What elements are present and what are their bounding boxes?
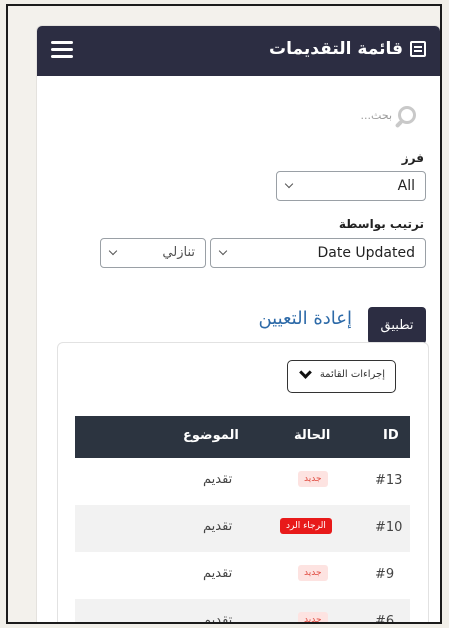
list-actions-label: إجراءات القائمة bbox=[319, 369, 385, 380]
column-header-status[interactable]: الحالة bbox=[294, 428, 330, 443]
list-actions-dropdown[interactable]: إجراءات القائمة bbox=[287, 360, 396, 393]
table-row[interactable]: #9 جديد تقديم bbox=[75, 552, 410, 599]
sort-select[interactable]: All bbox=[276, 171, 426, 201]
direction-select[interactable]: تنازلي bbox=[100, 238, 206, 268]
search-icon bbox=[398, 106, 416, 124]
submission-id: #10 bbox=[375, 520, 403, 535]
table-header: ID الحالة الموضوع bbox=[75, 416, 410, 458]
order-by-select[interactable]: Date Updated bbox=[210, 238, 426, 268]
sort-label: فرز bbox=[401, 151, 424, 165]
menu-icon[interactable] bbox=[51, 41, 73, 58]
chevron-down-icon bbox=[108, 246, 118, 256]
panel-title-wrap: قائمة التقديمات bbox=[269, 39, 426, 59]
submission-subject: تقديم bbox=[203, 519, 233, 534]
submission-id: #9 bbox=[375, 567, 395, 582]
list-icon bbox=[410, 41, 426, 57]
sort-select-value: All bbox=[397, 178, 415, 194]
status-badge: الرجاء الرد bbox=[280, 518, 332, 534]
panel-title: قائمة التقديمات bbox=[269, 39, 403, 59]
chevron-down-icon bbox=[299, 366, 312, 379]
status-badge: جديد bbox=[298, 612, 328, 622]
table-row[interactable]: #10 الرجاء الرد تقديم bbox=[75, 505, 410, 552]
order-by-select-value: Date Updated bbox=[317, 245, 415, 261]
submission-subject: تقديم bbox=[203, 566, 233, 581]
reset-link[interactable]: إعادة التعيين bbox=[258, 308, 352, 329]
apply-button[interactable]: تطبيق bbox=[368, 307, 426, 344]
search-field[interactable]: بحث... bbox=[361, 106, 416, 124]
order-by-label: ترتيب بواسطة bbox=[338, 217, 424, 231]
submissions-table: ID الحالة الموضوع #13 جديد تقديم #10 الر… bbox=[75, 416, 410, 624]
submission-id: #13 bbox=[375, 473, 403, 488]
status-badge: جديد bbox=[298, 565, 328, 581]
panel-header: قائمة التقديمات bbox=[37, 26, 440, 76]
submission-id: #6 bbox=[375, 614, 395, 624]
chevron-down-icon bbox=[218, 246, 228, 256]
table-row[interactable]: #6 جديد تقديم bbox=[75, 599, 410, 624]
column-header-subject[interactable]: الموضوع bbox=[183, 428, 239, 443]
screenshot-frame: قائمة التقديمات بحث... فرز All ترتيب بوا… bbox=[6, 4, 442, 624]
table-row[interactable]: #13 جديد تقديم bbox=[75, 458, 410, 505]
direction-select-value: تنازلي bbox=[162, 245, 195, 260]
search-placeholder: بحث... bbox=[360, 108, 392, 122]
submission-subject: تقديم bbox=[203, 613, 233, 624]
chevron-down-icon bbox=[284, 179, 294, 189]
submissions-card: إجراءات القائمة ID الحالة الموضوع #13 جد… bbox=[57, 342, 429, 624]
submission-subject: تقديم bbox=[203, 472, 233, 487]
column-header-id[interactable]: ID bbox=[383, 428, 399, 443]
status-badge: جديد bbox=[298, 471, 328, 487]
